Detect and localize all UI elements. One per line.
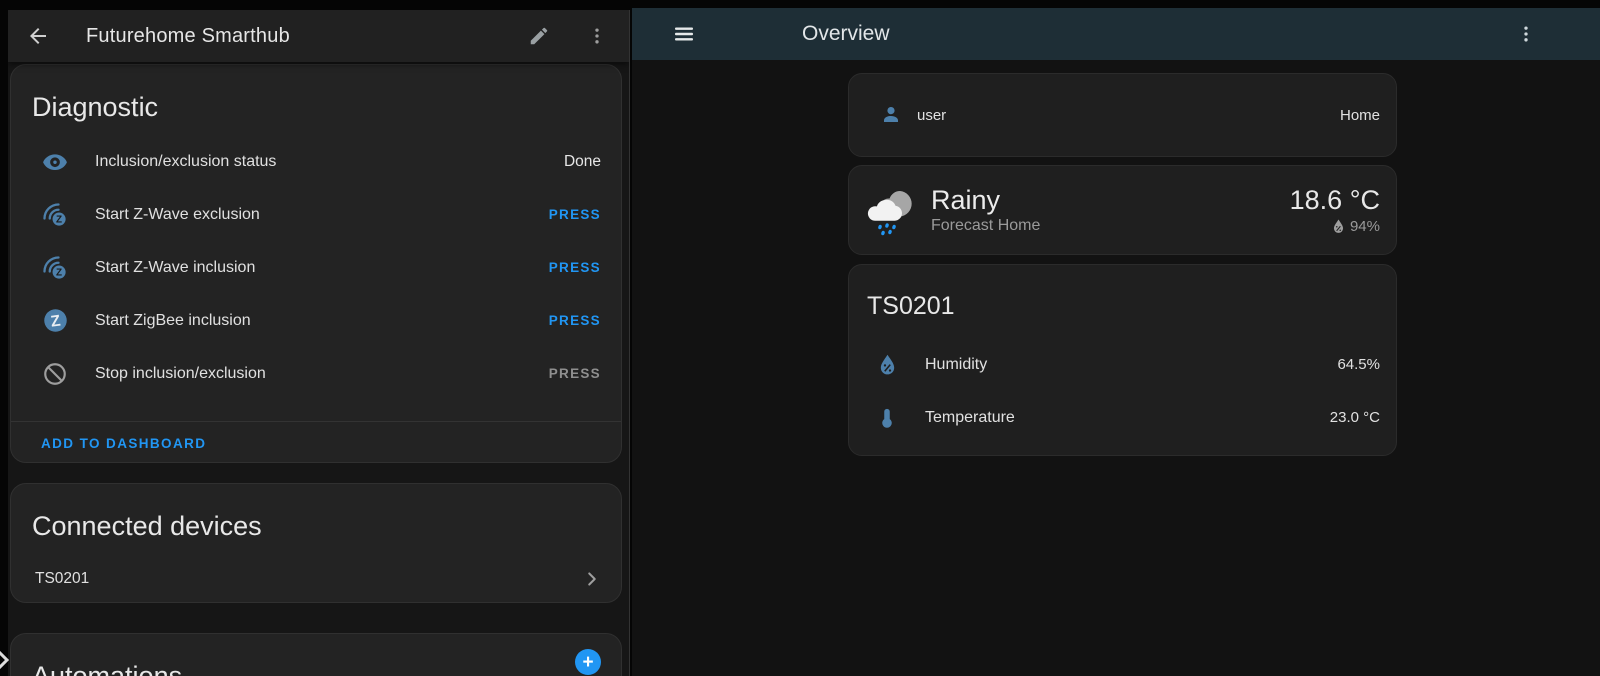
pencil-icon xyxy=(528,25,550,47)
left-overflow-menu-button[interactable] xyxy=(581,20,613,52)
weather-subtitle: Forecast Home xyxy=(931,217,1040,235)
left-app-bar: Futurehome Smarthub xyxy=(8,10,629,62)
row-label: Start Z-Wave exclusion xyxy=(95,206,549,224)
svg-text:Z: Z xyxy=(56,267,62,278)
sensor-card: TS0201 Humidity 64.5% Temperature 23.0 °… xyxy=(848,264,1397,456)
dashboard-overflow-menu-button[interactable] xyxy=(1510,18,1542,50)
device-title: Futurehome Smarthub xyxy=(86,25,290,48)
thermometer-icon xyxy=(875,406,899,430)
z-wave-icon: Z xyxy=(41,201,69,229)
row-zigbee-inclusion[interactable]: Z Start ZigBee inclusion PRESS xyxy=(11,294,621,347)
weather-rainy-icon xyxy=(867,183,917,237)
connected-device-row[interactable]: TS0201 xyxy=(11,556,621,602)
temperature-value: 23.0 °C xyxy=(1330,409,1380,426)
humidity-row[interactable]: Humidity 64.5% xyxy=(849,338,1396,391)
overview-dashboard-panel: Overview user Home xyxy=(632,8,1600,676)
connected-devices-title: Connected devices xyxy=(11,484,621,542)
row-inclusion-status[interactable]: Inclusion/exclusion status Done xyxy=(11,135,621,188)
weather-humidity-value: 94% xyxy=(1350,218,1380,235)
user-location: Home xyxy=(1340,107,1380,124)
diagnostic-card: Diagnostic Inclusion/exclusion status Do… xyxy=(10,64,622,463)
diagnostic-card-title: Diagnostic xyxy=(11,65,621,123)
diagnostic-rows: Inclusion/exclusion status Done Z Start … xyxy=(11,135,621,400)
row-label: Start ZigBee inclusion xyxy=(95,312,549,330)
temperature-row[interactable]: Temperature 23.0 °C xyxy=(849,391,1396,444)
row-stop-inclusion[interactable]: Stop inclusion/exclusion PRESS xyxy=(11,347,621,400)
weather-card[interactable]: Rainy Forecast Home 18.6 °C 94% xyxy=(848,165,1397,255)
row-zwave-inclusion[interactable]: Z Start Z-Wave inclusion PRESS xyxy=(11,241,621,294)
press-action[interactable]: PRESS xyxy=(549,207,601,222)
press-action[interactable]: PRESS xyxy=(549,260,601,275)
person-icon xyxy=(879,103,903,127)
device-name: TS0201 xyxy=(35,570,581,588)
arrow-left-icon xyxy=(26,24,50,48)
device-detail-panel: Futurehome Smarthub Diagnostic Inclusion… xyxy=(8,10,630,676)
press-action-disabled: PRESS xyxy=(549,366,601,381)
back-button[interactable] xyxy=(22,20,54,52)
row-label: Inclusion/exclusion status xyxy=(95,153,564,171)
zigbee-icon: Z xyxy=(41,307,69,335)
svg-text:Z: Z xyxy=(56,214,62,225)
connected-devices-card: Connected devices TS0201 xyxy=(10,483,622,603)
press-action[interactable]: PRESS xyxy=(549,313,601,328)
edit-button[interactable] xyxy=(523,20,555,52)
sensor-card-title: TS0201 xyxy=(849,265,1396,321)
menu-button[interactable] xyxy=(668,18,700,50)
row-label: Stop inclusion/exclusion xyxy=(95,365,549,383)
weather-temperature: 18.6 °C xyxy=(1290,185,1380,215)
row-value-status: Done xyxy=(564,153,601,171)
z-wave-icon: Z xyxy=(41,254,69,282)
row-label: Start Z-Wave inclusion xyxy=(95,259,549,277)
dashboard-title: Overview xyxy=(802,22,1510,46)
automations-title: Automations xyxy=(11,634,575,676)
kebab-menu-icon xyxy=(587,26,607,46)
weather-condition: Rainy xyxy=(931,185,1040,215)
diagnostic-card-footer: ADD TO DASHBOARD xyxy=(11,422,621,463)
corner-chevron-icon xyxy=(0,646,10,674)
row-label: Temperature xyxy=(925,409,1330,427)
hamburger-icon xyxy=(672,22,696,46)
eye-icon xyxy=(41,148,69,176)
kebab-menu-icon xyxy=(1516,24,1536,44)
row-zwave-exclusion[interactable]: Z Start Z-Wave exclusion PRESS xyxy=(11,188,621,241)
block-icon xyxy=(41,360,69,388)
add-automation-button[interactable]: + xyxy=(575,649,601,675)
row-label: Humidity xyxy=(925,356,1337,374)
dashboard-app-bar: Overview xyxy=(632,8,1600,60)
chevron-right-icon xyxy=(581,568,603,590)
add-to-dashboard-button[interactable]: ADD TO DASHBOARD xyxy=(41,436,206,451)
humidity-icon xyxy=(875,353,899,377)
automations-card: Automations + xyxy=(10,633,622,676)
humidity-drop-icon xyxy=(1332,219,1345,234)
user-card[interactable]: user Home xyxy=(848,73,1397,157)
humidity-value: 64.5% xyxy=(1337,356,1380,373)
user-name: user xyxy=(917,107,1340,124)
